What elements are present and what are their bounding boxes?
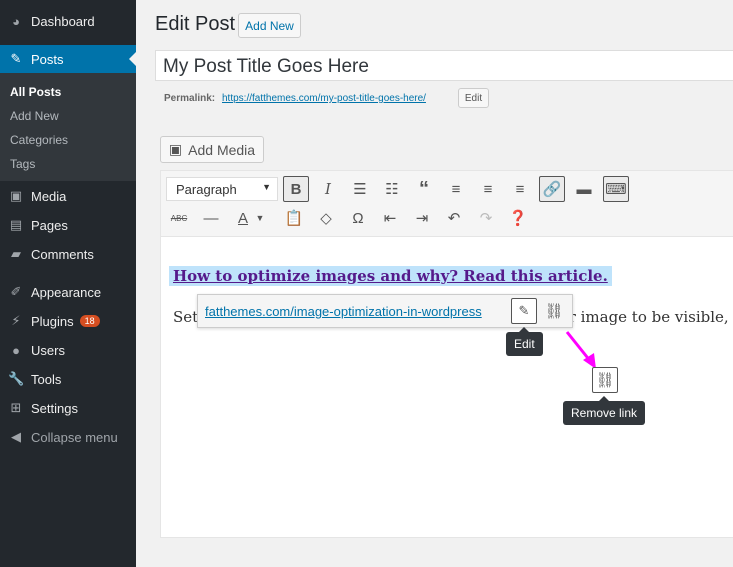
numbered-list-button[interactable]: ☷ — [379, 176, 405, 202]
label: Users — [31, 342, 65, 358]
undo-button[interactable]: ↶ — [441, 205, 467, 231]
insert-link-button[interactable]: 🔗 — [539, 176, 565, 202]
italic-button[interactable]: I — [315, 176, 341, 202]
redo-button[interactable]: ↷ — [473, 205, 499, 231]
permalink-label: Permalink: — [164, 93, 216, 104]
remove-link-button[interactable]: ⛓ — [541, 298, 567, 324]
label: Posts — [31, 51, 64, 67]
special-character-button[interactable]: Ω — [345, 205, 371, 231]
appearance-icon: ✐ — [10, 284, 22, 299]
posts-submenu: All Posts Add New Categories Tags — [0, 73, 136, 181]
arrow-annotation — [565, 331, 596, 369]
pencil-icon: ✎ — [518, 303, 530, 318]
admin-sidebar: ◕ Dashboard ✎ Posts All Posts Add New Cate… — [0, 0, 136, 567]
unlink-icon: ⛓ — [595, 372, 615, 389]
add-media-label: Add Media — [188, 141, 256, 158]
sidebar-item-posts[interactable]: ✎ Posts — [0, 45, 136, 73]
bold-button[interactable]: B — [283, 176, 309, 202]
edit-tooltip: Edit — [506, 327, 543, 356]
toolbar-toggle-button[interactable]: ⌨ — [603, 176, 629, 202]
align-left-button[interactable]: ≡ — [443, 176, 469, 202]
bulleted-list-button[interactable]: ☰ — [347, 176, 373, 202]
submenu-all-posts[interactable]: All Posts — [10, 85, 61, 99]
blockquote-button[interactable]: “ — [411, 176, 437, 202]
label: Settings — [31, 400, 78, 416]
sidebar-item-tools[interactable]: 🔧 Tools — [0, 365, 136, 393]
chevron-down-icon[interactable]: ▼ — [253, 205, 267, 231]
help-button[interactable]: ❓ — [505, 205, 531, 231]
collapse-menu-button[interactable]: ◀ Collapse menu — [0, 423, 136, 451]
edit-link-button[interactable]: ✎ — [511, 298, 537, 324]
clear-formatting-button[interactable]: ◇ — [313, 205, 339, 231]
sidebar-item-users[interactable]: ● Users — [0, 336, 136, 364]
add-new-button[interactable]: Add New — [238, 13, 301, 38]
submenu-categories[interactable]: Categories — [10, 133, 68, 147]
format-select[interactable]: Paragraph ▼ — [166, 177, 278, 201]
horizontal-line-button[interactable]: — — [198, 205, 224, 231]
read-more-button[interactable]: ▬ — [571, 176, 597, 202]
editor-toolbar: Paragraph ▼ B I ☰ ☷ “ ≡ ≡ ≡ 🔗 ▬ ⌨ ABC — A… — [161, 171, 733, 237]
remove-link-tooltip: Remove link — [563, 396, 646, 425]
link-popup: fatthemes.com/image-optimization-in-word… — [197, 294, 573, 328]
sidebar-item-media[interactable]: ▣ Media — [0, 182, 136, 210]
paste-as-text-button[interactable]: 📋 — [281, 205, 307, 231]
settings-icon: ⊞ — [10, 400, 22, 415]
post-title-input[interactable]: My Post Title Goes Here — [155, 50, 733, 81]
indent-button[interactable]: ⇥ — [409, 205, 435, 231]
label: Appearance — [31, 284, 102, 300]
format-value: Paragraph — [176, 182, 237, 197]
permalink-link[interactable]: https://fatthemes.com/my-post-title-goes… — [222, 93, 426, 104]
align-right-button[interactable]: ≡ — [507, 176, 533, 202]
collapse-icon: ◀ — [11, 429, 21, 444]
dashboard-icon: ◕ — [12, 13, 20, 29]
sidebar-item-plugins[interactable]: ⚡ Plugins 18 — [0, 307, 136, 335]
submenu-tags[interactable]: Tags — [10, 157, 35, 171]
users-icon: ● — [12, 342, 20, 358]
media-icon: ▣ — [9, 188, 23, 203]
label: Plugins — [31, 313, 74, 329]
sidebar-item-comments[interactable]: ▰ Comments — [0, 240, 136, 268]
label: Tools — [31, 371, 62, 387]
label: Collapse menu — [31, 429, 118, 445]
label: Pages — [31, 217, 68, 233]
comments-icon: ▰ — [11, 246, 21, 261]
pin-icon: ✎ — [10, 51, 22, 66]
sidebar-item-appearance[interactable]: ✐ Appearance — [0, 278, 136, 306]
label: Dashboard — [31, 13, 95, 29]
sidebar-item-settings[interactable]: ⊞ Settings — [0, 394, 136, 422]
submenu-add-new[interactable]: Add New — [10, 109, 59, 123]
selected-link-text[interactable]: How to optimize images and why? Read thi… — [169, 266, 612, 286]
page-title: Edit Post — [155, 13, 236, 35]
post-editor: Paragraph ▼ B I ☰ ☷ “ ≡ ≡ ≡ 🔗 ▬ ⌨ ABC — A… — [160, 170, 733, 538]
align-center-button[interactable]: ≡ — [475, 176, 501, 202]
outdent-button[interactable]: ⇤ — [377, 205, 403, 231]
media-icon: ▣ — [168, 141, 183, 157]
pages-icon: ▤ — [9, 217, 23, 232]
permalink-edit-button[interactable]: Edit — [458, 88, 489, 108]
add-media-button[interactable]: ▣ Add Media — [160, 136, 264, 163]
link-url[interactable]: fatthemes.com/image-optimization-in-word… — [205, 304, 482, 319]
remove-link-highlight[interactable]: ⛓ — [592, 367, 618, 393]
label: Comments — [31, 246, 94, 262]
strikethrough-button[interactable]: ABC — [166, 205, 192, 231]
sidebar-item-pages[interactable]: ▤ Pages — [0, 211, 136, 239]
unlink-icon: ⛓ — [544, 303, 564, 320]
plugins-update-badge: 18 — [79, 315, 100, 327]
sidebar-item-dashboard[interactable]: ◕ Dashboard — [0, 7, 136, 35]
tools-icon: 🔧 — [8, 371, 25, 386]
label: Media — [31, 188, 67, 204]
paragraph-start: Set — [173, 308, 199, 326]
chevron-down-icon: ▼ — [262, 182, 271, 192]
plugins-icon: ⚡ — [11, 313, 21, 328]
paragraph-end: ur image to be visible, g — [559, 308, 733, 326]
